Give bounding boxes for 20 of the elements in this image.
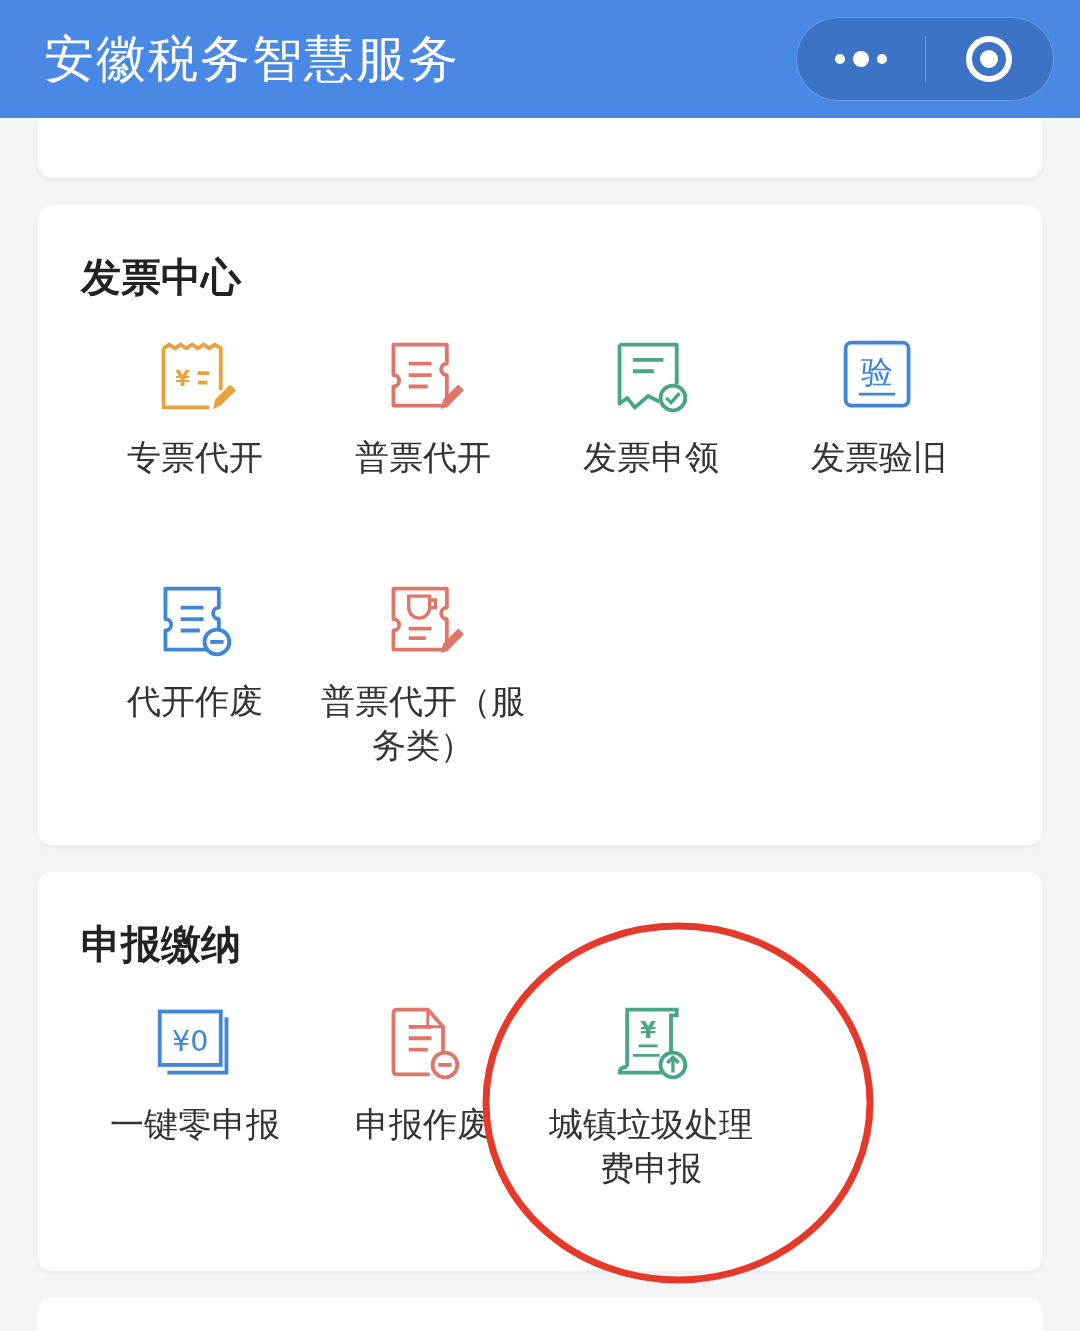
item-label: 普票代开 [354, 436, 492, 479]
item-label: 一键零申报 [109, 1103, 281, 1146]
item-label: 城镇垃圾处理费申报 [548, 1103, 754, 1190]
target-icon [964, 34, 1015, 84]
item-label: 代开作废 [126, 680, 264, 723]
service-item[interactable]: 发票申领 [537, 335, 765, 555]
service-item[interactable]: ¥ 专票代开 [81, 335, 309, 555]
service-item[interactable]: 验 发票验旧 [765, 335, 993, 555]
item-label: 发票申领 [582, 436, 720, 479]
more-icon [833, 49, 888, 69]
item-label: 发票验旧 [810, 436, 948, 479]
section-title: 发票中心 [81, 257, 243, 297]
service-item[interactable]: 普票代开（服务类） [309, 579, 537, 799]
item-label: 普票代开（服务类） [320, 680, 526, 767]
app-title: 安徽税务智慧服务 [44, 28, 460, 90]
service-item[interactable]: ¥0 一键零申报 [81, 1002, 309, 1222]
service-item[interactable]: 代开作废 [81, 579, 309, 799]
item-label: 专票代开 [126, 436, 264, 479]
service-item[interactable]: 普票代开 [309, 335, 537, 555]
section-title: 申报缴纳 [81, 924, 242, 964]
